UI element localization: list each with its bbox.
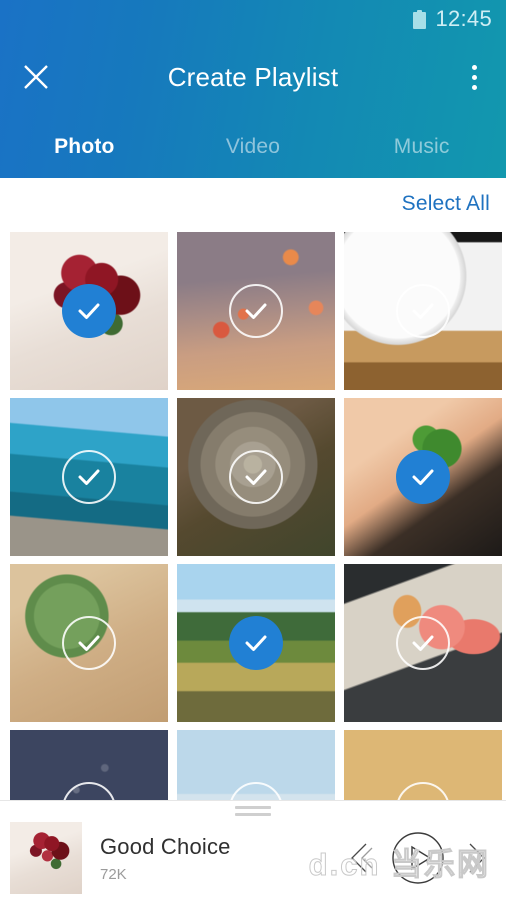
checkmark-unselected-icon[interactable] <box>229 284 283 338</box>
tab-photo[interactable]: Photo <box>0 116 169 178</box>
grid-item[interactable] <box>344 564 502 722</box>
mini-player: Good Choice 72K d.cn 当乐网 <box>0 800 506 900</box>
checkmark-selected-icon[interactable] <box>396 450 450 504</box>
tab-music[interactable]: Music <box>337 116 506 178</box>
title-bar: Create Playlist <box>0 38 506 116</box>
grid-item[interactable] <box>177 564 335 722</box>
tab-video[interactable]: Video <box>169 116 338 178</box>
grid-item[interactable] <box>177 730 335 800</box>
close-icon[interactable] <box>12 53 60 101</box>
grid-item[interactable] <box>344 398 502 556</box>
page-title: Create Playlist <box>167 61 339 92</box>
select-all-button[interactable]: Select All <box>402 192 490 216</box>
grid-item[interactable] <box>10 398 168 556</box>
play-button-icon[interactable] <box>390 830 446 886</box>
track-title: Good Choice <box>100 833 231 859</box>
player-album-art[interactable] <box>10 822 82 894</box>
checkmark-unselected-icon[interactable] <box>62 616 116 670</box>
checkmark-unselected-icon[interactable] <box>396 616 450 670</box>
checkmark-unselected-icon[interactable] <box>396 284 450 338</box>
grid-item[interactable] <box>177 398 335 556</box>
player-controls <box>344 830 492 886</box>
app-header: 12:45 Create Playlist Photo Video Music <box>0 0 506 178</box>
select-all-bar: Select All <box>0 178 506 230</box>
grid-item[interactable] <box>10 564 168 722</box>
previous-track-icon[interactable] <box>344 838 376 878</box>
track-subtitle: 72K <box>100 865 127 883</box>
status-bar: 12:45 <box>0 0 506 38</box>
overflow-menu-icon[interactable] <box>452 53 496 101</box>
checkmark-selected-icon[interactable] <box>229 616 283 670</box>
app-root: 12:45 Create Playlist Photo Video Music … <box>0 0 506 900</box>
checkmark-unselected-icon[interactable] <box>62 450 116 504</box>
grid-item[interactable] <box>10 730 168 800</box>
grid-item[interactable] <box>10 232 168 390</box>
tab-bar: Photo Video Music <box>0 116 506 178</box>
checkmark-selected-icon[interactable] <box>62 284 116 338</box>
next-track-icon[interactable] <box>460 838 492 878</box>
player-track-info: Good Choice 72K <box>100 834 344 883</box>
grid-item[interactable] <box>177 232 335 390</box>
grid-item[interactable] <box>344 730 502 800</box>
photo-grid[interactable] <box>0 230 506 800</box>
battery-icon <box>413 9 427 29</box>
grid-item[interactable] <box>344 232 502 390</box>
checkmark-unselected-icon[interactable] <box>229 450 283 504</box>
status-clock: 12:45 <box>435 6 492 31</box>
